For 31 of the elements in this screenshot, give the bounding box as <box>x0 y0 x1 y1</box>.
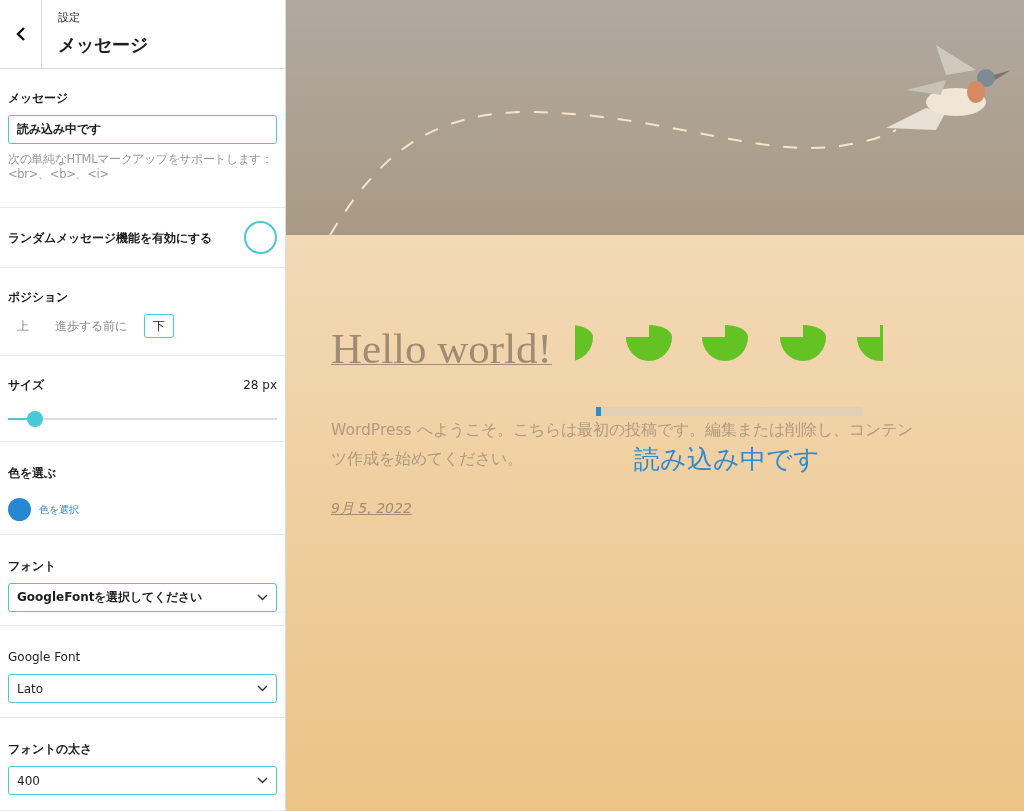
chevron-down-icon <box>257 593 268 601</box>
field-label: Google Font <box>8 649 82 667</box>
chevron-down-icon <box>257 777 268 785</box>
post-excerpt-line: ツ作成を始めてください。 <box>331 449 523 471</box>
loading-message: 読み込み中です <box>633 443 821 476</box>
color-link[interactable]: 色を選択 <box>39 501 79 517</box>
field-label: ポジション <box>8 289 69 307</box>
field-label: メッセージ <box>8 89 69 107</box>
field-label: フォントの太さ <box>8 741 93 759</box>
field-label: サイズ <box>8 377 44 395</box>
field-label: フォント <box>8 557 57 575</box>
slider-thumb[interactable] <box>26 411 43 428</box>
select-field[interactable]: Lato <box>8 674 277 704</box>
breadcrumb-text: 設定 <box>58 10 81 27</box>
select-field[interactable]: GoogleFontを選択してください <box>8 582 277 612</box>
field-label: ランダムメッセージ機能を有効にする <box>8 229 212 247</box>
position-option[interactable]: 下 <box>144 314 174 339</box>
post-excerpt-line: WordPress へようこそ。こちらは最初の投稿です。編集または削除し、コンテン <box>331 420 913 442</box>
size-reading: 28 px <box>243 377 277 395</box>
back-icon <box>15 26 26 41</box>
panel-title: メッセージ <box>58 32 148 57</box>
help-text: <br>、<b>、<i> <box>8 166 109 182</box>
position-option[interactable]: 上 <box>8 314 38 339</box>
message-input[interactable]: 読み込み中です <box>8 114 277 144</box>
select-field[interactable]: 400 <box>8 766 277 796</box>
field-label: 色を選ぶ <box>8 464 57 482</box>
help-text: 次の単純なHTMLマークアップをサポートします： <box>8 151 273 167</box>
toggle-switch[interactable] <box>244 221 277 255</box>
chevron-down-icon <box>257 685 268 693</box>
color-swatch[interactable] <box>8 497 31 521</box>
position-option[interactable]: 進歩する前に <box>46 314 136 339</box>
